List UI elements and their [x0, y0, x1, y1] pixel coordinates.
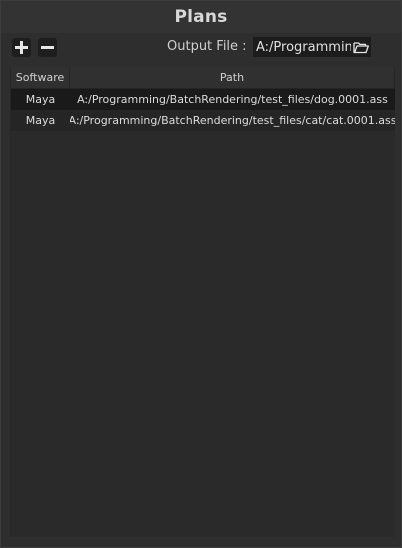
output-file-label: Output File :: [167, 39, 247, 54]
plans-table: Software Path Maya A:/Programming/BatchR…: [10, 67, 395, 537]
path-cell: A:/Programming/BatchRendering/test_files…: [77, 93, 388, 106]
folder-open-icon: [353, 41, 369, 53]
minus-icon: [41, 46, 54, 49]
browse-output-button[interactable]: [351, 37, 371, 57]
table-header: Software Path: [11, 67, 395, 89]
software-cell: Maya: [25, 114, 56, 127]
remove-plan-button[interactable]: [38, 38, 57, 57]
toolbar: Output File :: [1, 33, 401, 61]
add-plan-button[interactable]: [12, 38, 31, 57]
plus-icon: [15, 41, 28, 54]
table-row[interactable]: Maya A:/Programming/BatchRendering/test_…: [11, 89, 395, 110]
output-file-input[interactable]: [253, 37, 351, 57]
plans-panel: Plans Output File : Software Path: [0, 0, 402, 548]
software-cell: Maya: [25, 93, 56, 106]
title-bar: Plans: [1, 1, 401, 33]
panel-title: Plans: [174, 7, 228, 27]
table-row[interactable]: Maya A:/Programming/BatchRendering/test_…: [11, 110, 395, 131]
column-header-path[interactable]: Path: [70, 67, 395, 88]
path-cell: A:/Programming/BatchRendering/test_files…: [70, 114, 395, 127]
column-header-software[interactable]: Software: [11, 67, 70, 88]
